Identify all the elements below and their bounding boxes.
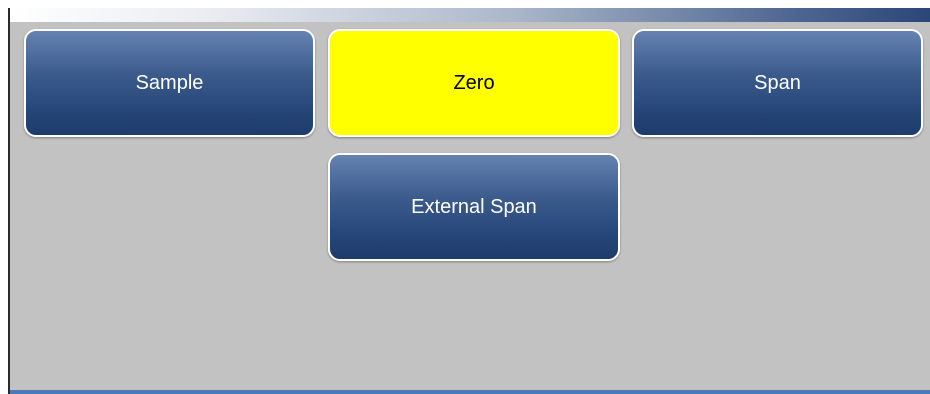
external-span-button[interactable]: External Span — [328, 153, 620, 261]
sample-button[interactable]: Sample — [24, 29, 315, 137]
mode-select-screen: Sample Zero Span External Span — [8, 8, 930, 394]
bottom-accent-bar — [10, 390, 930, 394]
sample-button-label: Sample — [135, 71, 204, 94]
span-button[interactable]: Span — [632, 29, 923, 137]
external-span-button-label: External Span — [411, 195, 537, 218]
span-button-label: Span — [754, 71, 801, 94]
zero-button-label: Zero — [453, 71, 495, 94]
title-bar-gradient — [10, 8, 930, 22]
zero-button[interactable]: Zero — [328, 29, 620, 137]
window-left-border — [8, 8, 10, 394]
